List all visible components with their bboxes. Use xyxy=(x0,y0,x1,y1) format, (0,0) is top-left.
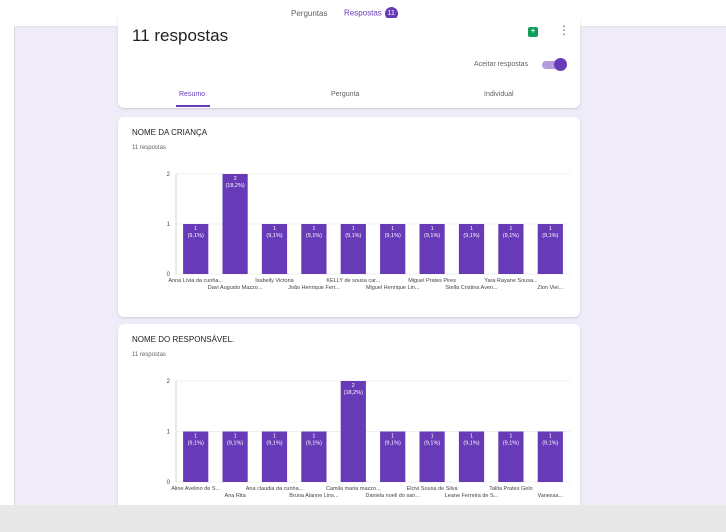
subtab-indicator xyxy=(176,105,210,107)
bar-value-label: 1 xyxy=(273,226,276,232)
bar-value-label: 1 xyxy=(234,434,237,440)
x-tick-label: Anna Lívia da cunha... xyxy=(168,278,223,284)
bar-value-label: 1 xyxy=(273,434,276,440)
x-tick-label: Ana claudia da cunha... xyxy=(246,486,304,492)
x-tick-label: Talita Prates Gelo xyxy=(489,486,532,492)
bar-value-label: 1 xyxy=(312,226,315,232)
subtab-summary[interactable]: Resumo xyxy=(179,91,205,98)
x-tick-label: Elcivi Sousa de Silva xyxy=(407,486,459,492)
bar-percent-label: (9,1%) xyxy=(503,441,519,447)
bar-value-label: 1 xyxy=(312,434,315,440)
responses-title: 11 respostas xyxy=(132,26,229,45)
y-tick-label: 1 xyxy=(167,222,171,228)
y-tick-label: 0 xyxy=(167,480,171,486)
bar-chart-child-name: 0121(9,1%)Anna Lívia da cunha...2(18,2%)… xyxy=(167,172,570,291)
toggle-thumb[interactable] xyxy=(554,58,567,71)
bar-value-label: 1 xyxy=(194,434,197,440)
x-tick-label: Davi Augusto Mazzo... xyxy=(208,285,263,291)
bar-percent-label: (9,1%) xyxy=(424,233,440,239)
bar-percent-label: (9,1%) xyxy=(266,233,282,239)
summary-card: 11 respostas + ⋮ Aceitar respostas Resum… xyxy=(118,18,580,108)
x-tick-label: Miguel Henrique Lin... xyxy=(366,285,420,291)
bar-value-label: 2 xyxy=(352,383,355,389)
bar-value-label: 1 xyxy=(509,434,512,440)
bar-value-label: 1 xyxy=(549,226,552,232)
more-vert-icon[interactable]: ⋮ xyxy=(558,24,570,36)
subtab-individual[interactable]: Individual xyxy=(484,91,514,98)
x-tick-label: Ana Rita xyxy=(225,493,247,499)
y-tick-label: 2 xyxy=(167,379,171,385)
bar-percent-label: (9,1%) xyxy=(188,441,204,447)
bar-value-label: 1 xyxy=(194,226,197,232)
x-tick-label: Yara Rayane Sousa... xyxy=(484,278,538,284)
bar-value-label: 1 xyxy=(470,226,473,232)
bar-percent-label: (18,2%) xyxy=(225,183,244,189)
y-tick-label: 2 xyxy=(167,172,171,178)
bar-percent-label: (9,1%) xyxy=(542,441,558,447)
bar-value-label: 1 xyxy=(509,226,512,232)
x-tick-label: Daniela noeli do san... xyxy=(365,493,420,499)
subtab-question[interactable]: Pergunta xyxy=(331,91,359,98)
bar-percent-label: (9,1%) xyxy=(542,233,558,239)
x-tick-label: Aline Avelino de S... xyxy=(171,486,220,492)
bottom-bar xyxy=(0,505,726,532)
bar-value-label: 1 xyxy=(352,226,355,232)
bar-percent-label: (9,1%) xyxy=(385,233,401,239)
x-tick-label: Vanessa... xyxy=(538,493,564,499)
bar-percent-label: (9,1%) xyxy=(463,233,479,239)
x-tick-label: KELLY de sousa car... xyxy=(326,278,380,284)
question-card-child-name: NOME DA CRIANÇA 11 respostas 0 1 2 1 (9,1%) A… xyxy=(118,117,580,317)
bar-value-label: 1 xyxy=(549,434,552,440)
bar xyxy=(222,174,248,274)
x-tick-label: João Henrique Ferr... xyxy=(288,285,340,291)
y-tick-label: 1 xyxy=(167,430,171,436)
x-tick-label: Leane Ferreira de S... xyxy=(445,493,499,499)
x-tick-label: Bruna Alanne Lins... xyxy=(289,493,339,499)
x-tick-label: Camila maria mazzo... xyxy=(326,486,381,492)
tab-questions[interactable]: Perguntas xyxy=(291,9,327,18)
left-panel xyxy=(0,0,15,505)
bar-percent-label: (9,1%) xyxy=(227,441,243,447)
bar-value-label: 1 xyxy=(431,226,434,232)
x-tick-label: Isabelly Victoria xyxy=(255,278,294,284)
bar-percent-label: (9,1%) xyxy=(463,441,479,447)
bar-percent-label: (9,1%) xyxy=(266,441,282,447)
bar xyxy=(340,381,366,482)
x-tick-label: Miguel Prates Pires xyxy=(408,278,456,284)
bar-percent-label: (9,1%) xyxy=(503,233,519,239)
forms-responses-view: Perguntas Respostas 1 1 11 respostas + ⋮ A… xyxy=(0,0,726,532)
bar-value-label: 1 xyxy=(391,226,394,232)
bar-percent-label: (9,1%) xyxy=(306,233,322,239)
sheets-icon[interactable]: + xyxy=(528,27,538,37)
bar-percent-label: (9,1%) xyxy=(306,441,322,447)
accept-responses-label: Aceitar respostas xyxy=(474,61,529,68)
question-card-guardian-name: NOME DO RESPONSÁVEL. 11 respostas 0 1 2 1 (9… xyxy=(118,324,580,505)
bar-percent-label: (9,1%) xyxy=(385,441,401,447)
bar-percent-label: (9,1%) xyxy=(188,233,204,239)
bar-value-label: 1 xyxy=(470,434,473,440)
bar-percent-label: (18,2%) xyxy=(344,390,363,396)
bar-value-label: 1 xyxy=(391,434,394,440)
bar-percent-label: (9,1%) xyxy=(345,233,361,239)
x-tick-label: Stella Cristina Aven... xyxy=(445,285,498,291)
x-tick-label: Zion Viei... xyxy=(537,285,563,291)
tab-responses-label: Respostas xyxy=(344,8,382,18)
bar-value-label: 2 xyxy=(234,176,237,182)
bar-chart-guardian-name: 0121(9,1%)Aline Avelino de S...1(9,1%)An… xyxy=(167,379,570,499)
bar-value-label: 1 xyxy=(431,434,434,440)
bar-percent-label: (9,1%) xyxy=(424,441,440,447)
